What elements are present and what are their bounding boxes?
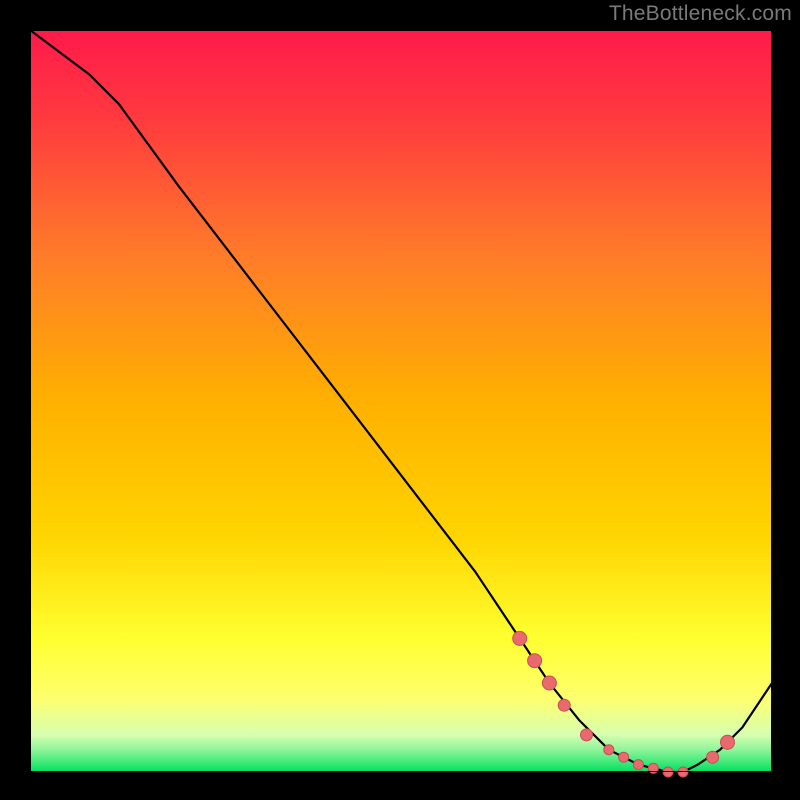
- marker-point: [604, 745, 614, 755]
- watermark-text: TheBottleneck.com: [609, 2, 792, 26]
- plot-background: [30, 30, 772, 772]
- marker-point: [721, 735, 735, 749]
- marker-point: [619, 752, 629, 762]
- marker-point: [513, 631, 527, 645]
- bottleneck-chart: [0, 0, 800, 800]
- marker-point: [542, 676, 556, 690]
- marker-point: [707, 751, 719, 763]
- marker-point: [633, 760, 643, 770]
- marker-point: [581, 729, 593, 741]
- marker-point: [558, 699, 570, 711]
- marker-point: [528, 654, 542, 668]
